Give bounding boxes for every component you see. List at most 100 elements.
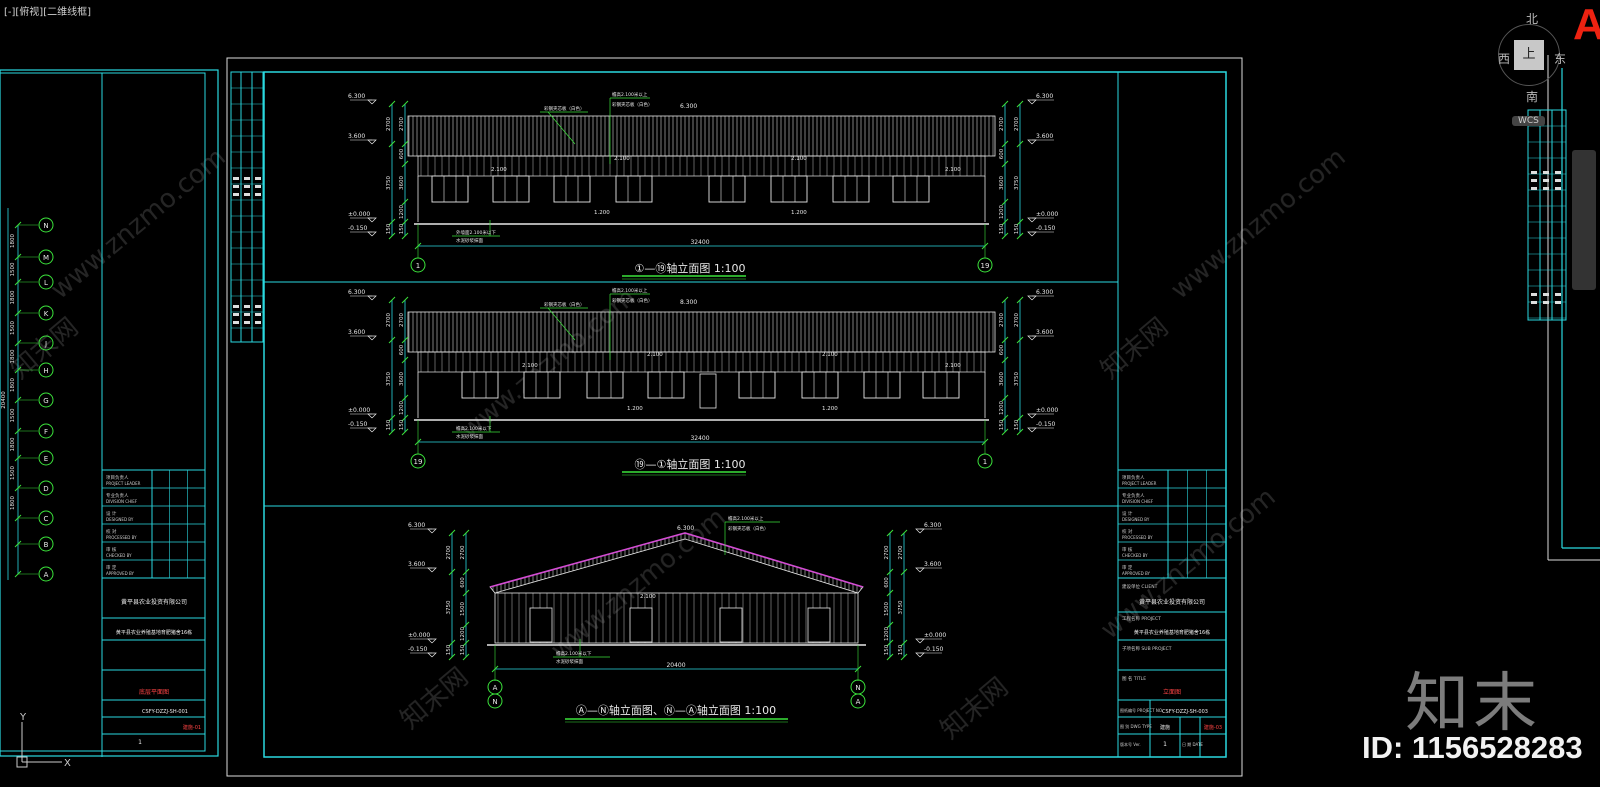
note-text: 檐高2.100米以上: [612, 91, 648, 98]
level-text: 6.300: [924, 522, 941, 529]
level-mark: [915, 652, 925, 658]
level-mark: [367, 295, 377, 301]
subproject-label: 子项名称 SUB PROJECT: [1122, 645, 1172, 652]
binding-mark: [255, 305, 261, 308]
title-block-label: CHECKED BY: [106, 553, 132, 558]
window-label: 2.100: [945, 363, 961, 369]
dimension-text: 600: [399, 344, 405, 355]
binding-mark: [233, 321, 239, 324]
binding-mark: [1555, 293, 1561, 296]
axis-label: D: [43, 485, 48, 493]
axis-label: 19: [981, 262, 990, 270]
dimension-text: 3750: [1014, 176, 1020, 190]
note-text: 水泥砂浆抹面: [456, 237, 483, 244]
title-block-label: 校 对: [1122, 528, 1133, 535]
level-mark: [367, 335, 377, 341]
binding-mark: [244, 185, 250, 188]
window: [801, 371, 839, 399]
dimension-text: 2700: [898, 545, 904, 559]
dimension-text: 150: [884, 644, 890, 655]
axis-label: A: [856, 698, 861, 706]
window: [647, 371, 685, 399]
ridge-label: 6.300: [677, 525, 694, 532]
type-label: 图 别 DWG TYPE: [1120, 723, 1152, 729]
level-text: ±0.000: [408, 632, 430, 639]
note-text: 檐高2.100米以上: [728, 515, 764, 522]
cad-drawing-canvas[interactable]: www.znzmo.com www.znzmo.com www.znzmo.co…: [0, 0, 1600, 787]
title-block-label: DESIGNED BY: [106, 517, 134, 522]
window: [492, 175, 530, 203]
dimension-text: 1500: [460, 602, 466, 616]
dimension-text: 1200: [460, 627, 466, 641]
window-label: 2.100: [647, 352, 663, 358]
view-cube-top-face[interactable]: 上: [1514, 40, 1544, 70]
window: [586, 371, 624, 399]
dimension-text: 3600: [399, 372, 405, 386]
title-block-label: PROCESSED BY: [106, 535, 137, 540]
right-partial-sheet: [1527, 55, 1600, 561]
title-block-label: 专业负责人: [106, 492, 129, 499]
note-text: 檐高2.100米以下: [556, 650, 592, 657]
binding-mark: [1543, 293, 1549, 296]
view-cube[interactable]: 北 西 东 南 上 WCS: [1488, 10, 1578, 130]
axis-label: 1: [983, 458, 987, 466]
level-mark: [915, 567, 925, 573]
axis-label: N: [43, 222, 48, 230]
binding-mark: [1543, 187, 1549, 190]
title-block-label: 设 计: [1122, 510, 1133, 517]
compass-east[interactable]: 东: [1554, 50, 1566, 67]
dimension-text: 3750: [446, 600, 452, 614]
note-text: 彩钢夹芯板（白色）: [728, 525, 769, 532]
title-block-label: PROCESSED BY: [1122, 535, 1153, 540]
wcs-menu-button[interactable]: WCS: [1512, 116, 1545, 126]
level-mark: [367, 413, 377, 419]
level-text: -0.150: [408, 646, 428, 653]
window-label: 2.100: [822, 352, 838, 358]
binding-mark: [244, 193, 250, 196]
note-text: 外墙面2.100米以下: [456, 229, 496, 236]
ver-value: 1: [1163, 741, 1167, 748]
level-mark: [427, 567, 437, 573]
axis-label: A: [44, 571, 49, 579]
binding-mark: [233, 177, 239, 180]
note-text: 彩钢夹芯板（白色）: [612, 101, 653, 108]
level-text: ±0.000: [1036, 407, 1058, 414]
binding-mark: [1531, 293, 1537, 296]
wall-upper-band: [417, 155, 986, 177]
level-text: 3.600: [348, 329, 365, 336]
watermark-text: www.znzmo.com: [1165, 142, 1351, 305]
binding-mark: [1543, 301, 1549, 304]
title-block-label: PROJECT LEADER: [1122, 481, 1157, 486]
dimension-text: 2700: [460, 545, 466, 559]
axis-label: H: [43, 367, 48, 375]
dimension-text: 3750: [1014, 372, 1020, 386]
binding-mark: [255, 321, 261, 324]
level-text: 3.600: [408, 561, 425, 568]
title-block-label: 审 核: [106, 546, 117, 553]
dimension-text: 2700: [386, 313, 392, 327]
title-block-label: PROJECT LEADER: [106, 481, 141, 486]
compass-north[interactable]: 北: [1526, 10, 1538, 27]
level-mark: [1027, 427, 1037, 433]
binding-mark: [233, 313, 239, 316]
axis-label: F: [44, 428, 48, 436]
compass-south[interactable]: 南: [1526, 88, 1538, 105]
dimension-text: 150: [999, 223, 1005, 234]
window: [892, 175, 930, 203]
navigation-bar[interactable]: [1572, 150, 1596, 290]
title-block-label: 专业负责人: [1122, 492, 1145, 499]
dimension-text: 3750: [898, 600, 904, 614]
dimension-text: 150: [386, 419, 392, 430]
binding-mark: [1543, 179, 1549, 182]
title-block-label: APPROVED BY: [106, 571, 135, 576]
elevation-middle: 2.100 2.100 2.100 2.100 1.200 1.200 彩钢夹芯板（白色） 檐…: [348, 287, 1058, 476]
title-block-label: 审 核: [1122, 546, 1133, 553]
window: [708, 175, 746, 203]
door: [629, 607, 653, 643]
compass-west[interactable]: 西: [1498, 50, 1510, 67]
left-project-text: 黄平县农业养殖基地育肥猪舍16栋: [116, 629, 192, 636]
binding-mark: [1531, 179, 1537, 182]
door: [807, 607, 831, 643]
window-label: 2.100: [614, 156, 630, 162]
level-mark: [367, 217, 377, 223]
